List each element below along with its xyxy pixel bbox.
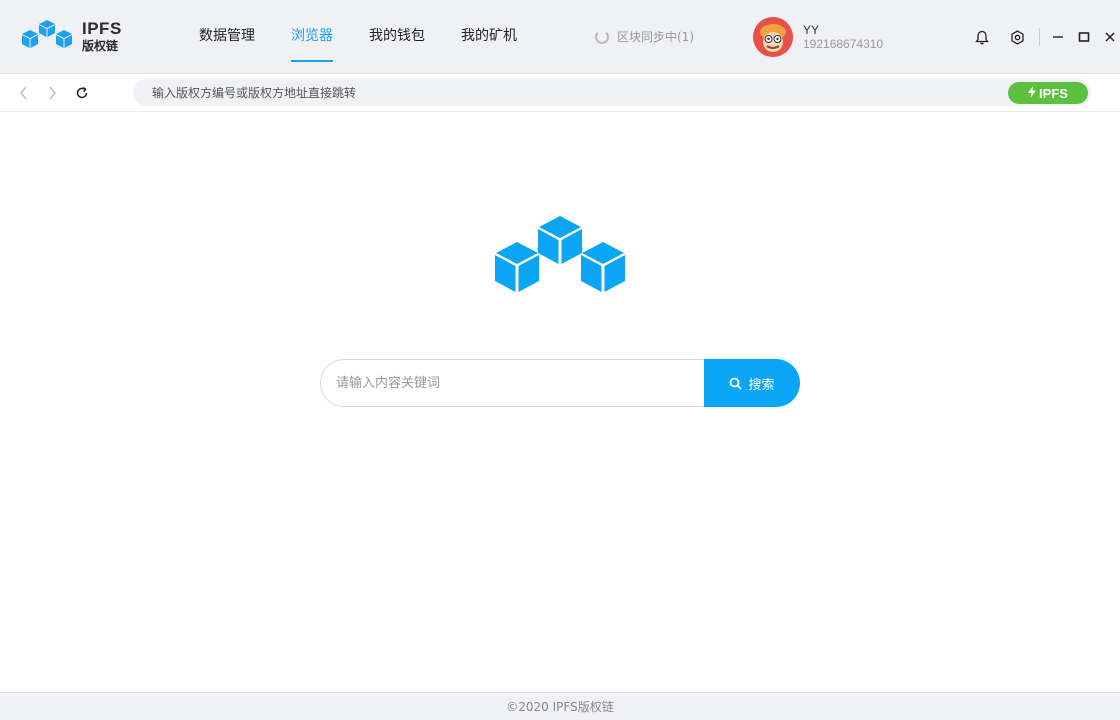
cubes-logo-icon bbox=[20, 18, 74, 54]
sync-label: 区块同步中(1) bbox=[617, 28, 694, 45]
search-bar: 搜索 bbox=[320, 359, 800, 407]
divider bbox=[1039, 28, 1040, 46]
maximize-icon[interactable] bbox=[1074, 27, 1094, 47]
lightning-icon bbox=[1028, 86, 1036, 101]
footer: ©2020 IPFS版权链 bbox=[0, 692, 1120, 720]
block-sync-status: 区块同步中(1) bbox=[595, 28, 694, 45]
bell-icon[interactable] bbox=[972, 27, 992, 47]
avatar-face-icon bbox=[753, 17, 793, 57]
main-nav: 数据管理 浏览器 我的钱包 我的矿机 bbox=[199, 0, 553, 74]
refresh-icon[interactable] bbox=[72, 83, 92, 103]
search-button[interactable]: 搜索 bbox=[704, 359, 800, 407]
search-button-label: 搜索 bbox=[748, 374, 774, 393]
forward-arrow-icon[interactable] bbox=[42, 83, 62, 103]
nav-item-data-management[interactable]: 数据管理 bbox=[199, 0, 255, 74]
loading-spinner-icon bbox=[595, 30, 609, 44]
logo-subtitle: 版权链 bbox=[82, 40, 122, 52]
user-name: YY bbox=[803, 24, 883, 36]
avatar[interactable] bbox=[753, 17, 793, 57]
window-controls bbox=[972, 27, 1120, 47]
ipfs-button-label: IPFS bbox=[1039, 86, 1068, 101]
address-input[interactable] bbox=[133, 79, 1091, 106]
title-bar: IPFS 版权链 数据管理 浏览器 我的钱包 我的矿机 区块同步中(1) bbox=[0, 0, 1120, 74]
search-input[interactable] bbox=[320, 359, 720, 407]
cubes-logo-icon bbox=[494, 214, 626, 294]
nav-item-my-wallet[interactable]: 我的钱包 bbox=[369, 0, 425, 74]
search-icon bbox=[729, 377, 742, 390]
user-id: 192168674310 bbox=[803, 38, 883, 50]
nav-item-browser[interactable]: 浏览器 bbox=[291, 0, 333, 74]
app-logo: IPFS 版权链 bbox=[20, 18, 122, 54]
nav-item-my-miner[interactable]: 我的矿机 bbox=[461, 0, 517, 74]
logo-title: IPFS bbox=[82, 20, 122, 37]
minimize-icon[interactable] bbox=[1048, 27, 1068, 47]
ipfs-button[interactable]: IPFS bbox=[1008, 82, 1088, 104]
back-arrow-icon[interactable] bbox=[14, 83, 34, 103]
close-icon[interactable] bbox=[1100, 27, 1120, 47]
hero-cubes-logo bbox=[494, 214, 626, 299]
user-profile[interactable]: YY 192168674310 bbox=[753, 17, 883, 57]
settings-icon[interactable] bbox=[1007, 27, 1027, 47]
footer-copyright: ©2020 IPFS版权链 bbox=[506, 700, 613, 714]
address-bar: IPFS bbox=[0, 74, 1120, 112]
